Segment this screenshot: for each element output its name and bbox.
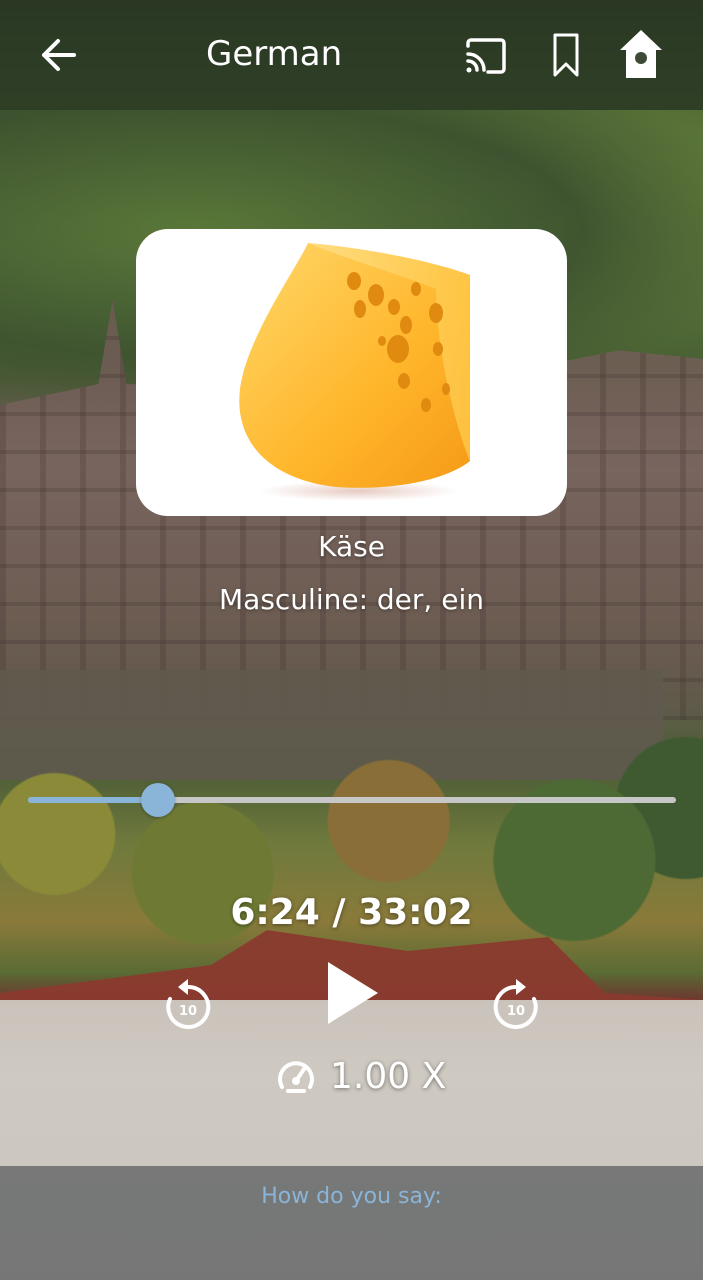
prompt-text: How do you say:	[261, 1184, 442, 1209]
back-arrow-icon[interactable]	[28, 30, 88, 80]
gender-text: Masculine: der, ein	[219, 583, 484, 616]
page-title: German	[206, 34, 343, 74]
speed-label: 1.00 X	[330, 1055, 447, 1097]
playback-speed-button[interactable]: 1.00 X	[276, 1054, 446, 1098]
top-app-bar: German	[0, 0, 703, 110]
rewind-seconds-label: 10	[179, 1004, 197, 1019]
forward-seconds-label: 10	[507, 1004, 525, 1019]
word-text: Käse	[318, 530, 385, 563]
cast-icon[interactable]	[458, 32, 514, 80]
cheese-wedge-image	[239, 243, 470, 501]
slider-fill	[28, 797, 158, 803]
birdhouse-home-icon[interactable]	[612, 24, 670, 84]
bookmark-icon[interactable]	[542, 28, 590, 82]
rewind-10-icon[interactable]: 10	[162, 977, 214, 1033]
progress-slider[interactable]	[28, 782, 676, 818]
forward-10-icon[interactable]: 10	[490, 977, 542, 1033]
word-image-card	[136, 229, 567, 516]
play-icon[interactable]	[322, 958, 382, 1028]
speedometer-icon	[278, 1061, 314, 1093]
time-display: 6:24 / 33:02	[230, 892, 473, 933]
slider-thumb[interactable]	[140, 783, 175, 817]
bottom-prompt-bar: How do you say:	[0, 1166, 703, 1280]
